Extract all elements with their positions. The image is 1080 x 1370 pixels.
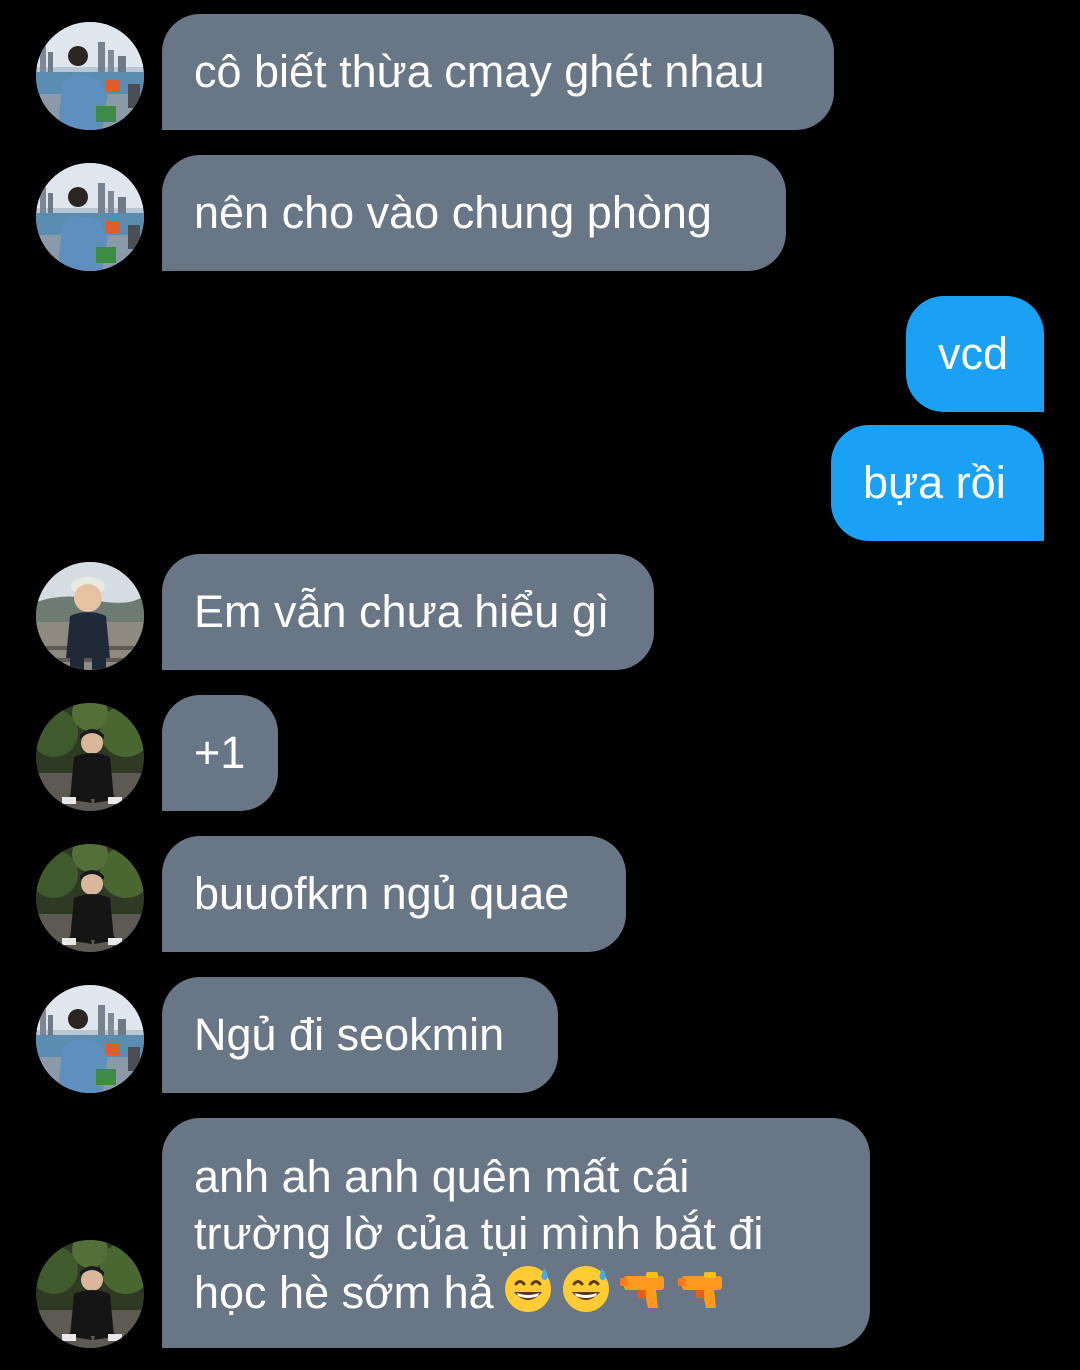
grinning-sweat-emoji bbox=[562, 1266, 609, 1312]
avatar-dark-garden[interactable] bbox=[36, 1240, 144, 1348]
message-bubble[interactable]: Ngủ đi seokmin bbox=[162, 977, 558, 1093]
message-bubble[interactable]: anh ah anh quên mất cái trường lờ của tụ… bbox=[162, 1118, 870, 1348]
message-line: anh ah anh quên mất cái bbox=[194, 1151, 690, 1202]
avatar-child-cap[interactable] bbox=[36, 562, 144, 670]
message-bubble[interactable]: vcd bbox=[906, 296, 1044, 412]
message-bubble[interactable]: bựa rồi bbox=[831, 425, 1044, 541]
message-bubble[interactable]: Em vẫn chưa hiểu gì bbox=[162, 554, 654, 670]
chat-thread: cô biết thừa cmay ghét nhau nên cho vào … bbox=[0, 0, 1080, 1370]
avatar-dark-garden[interactable] bbox=[36, 703, 144, 811]
message-bubble[interactable]: buuofkrn ngủ quae bbox=[162, 836, 626, 952]
avatar-blue-jacket[interactable] bbox=[36, 163, 144, 271]
message-bubble[interactable]: cô biết thừa cmay ghét nhau bbox=[162, 14, 834, 130]
message-bubble[interactable]: nên cho vào chung phòng bbox=[162, 155, 786, 271]
message-line: học hè sớm hả bbox=[194, 1262, 838, 1321]
grinning-sweat-emoji bbox=[504, 1266, 551, 1312]
water-pistol-emoji bbox=[619, 1272, 664, 1308]
avatar-blue-jacket[interactable] bbox=[36, 985, 144, 1093]
water-pistol-emoji bbox=[677, 1272, 722, 1308]
message-line-text: học hè sớm hả bbox=[194, 1267, 494, 1318]
avatar-dark-garden[interactable] bbox=[36, 844, 144, 952]
message-line: trường lờ của tụi mình bắt đi bbox=[194, 1208, 764, 1259]
message-bubble[interactable]: +1 bbox=[162, 695, 278, 811]
emoji-group bbox=[502, 1262, 728, 1314]
avatar-blue-jacket[interactable] bbox=[36, 22, 144, 130]
